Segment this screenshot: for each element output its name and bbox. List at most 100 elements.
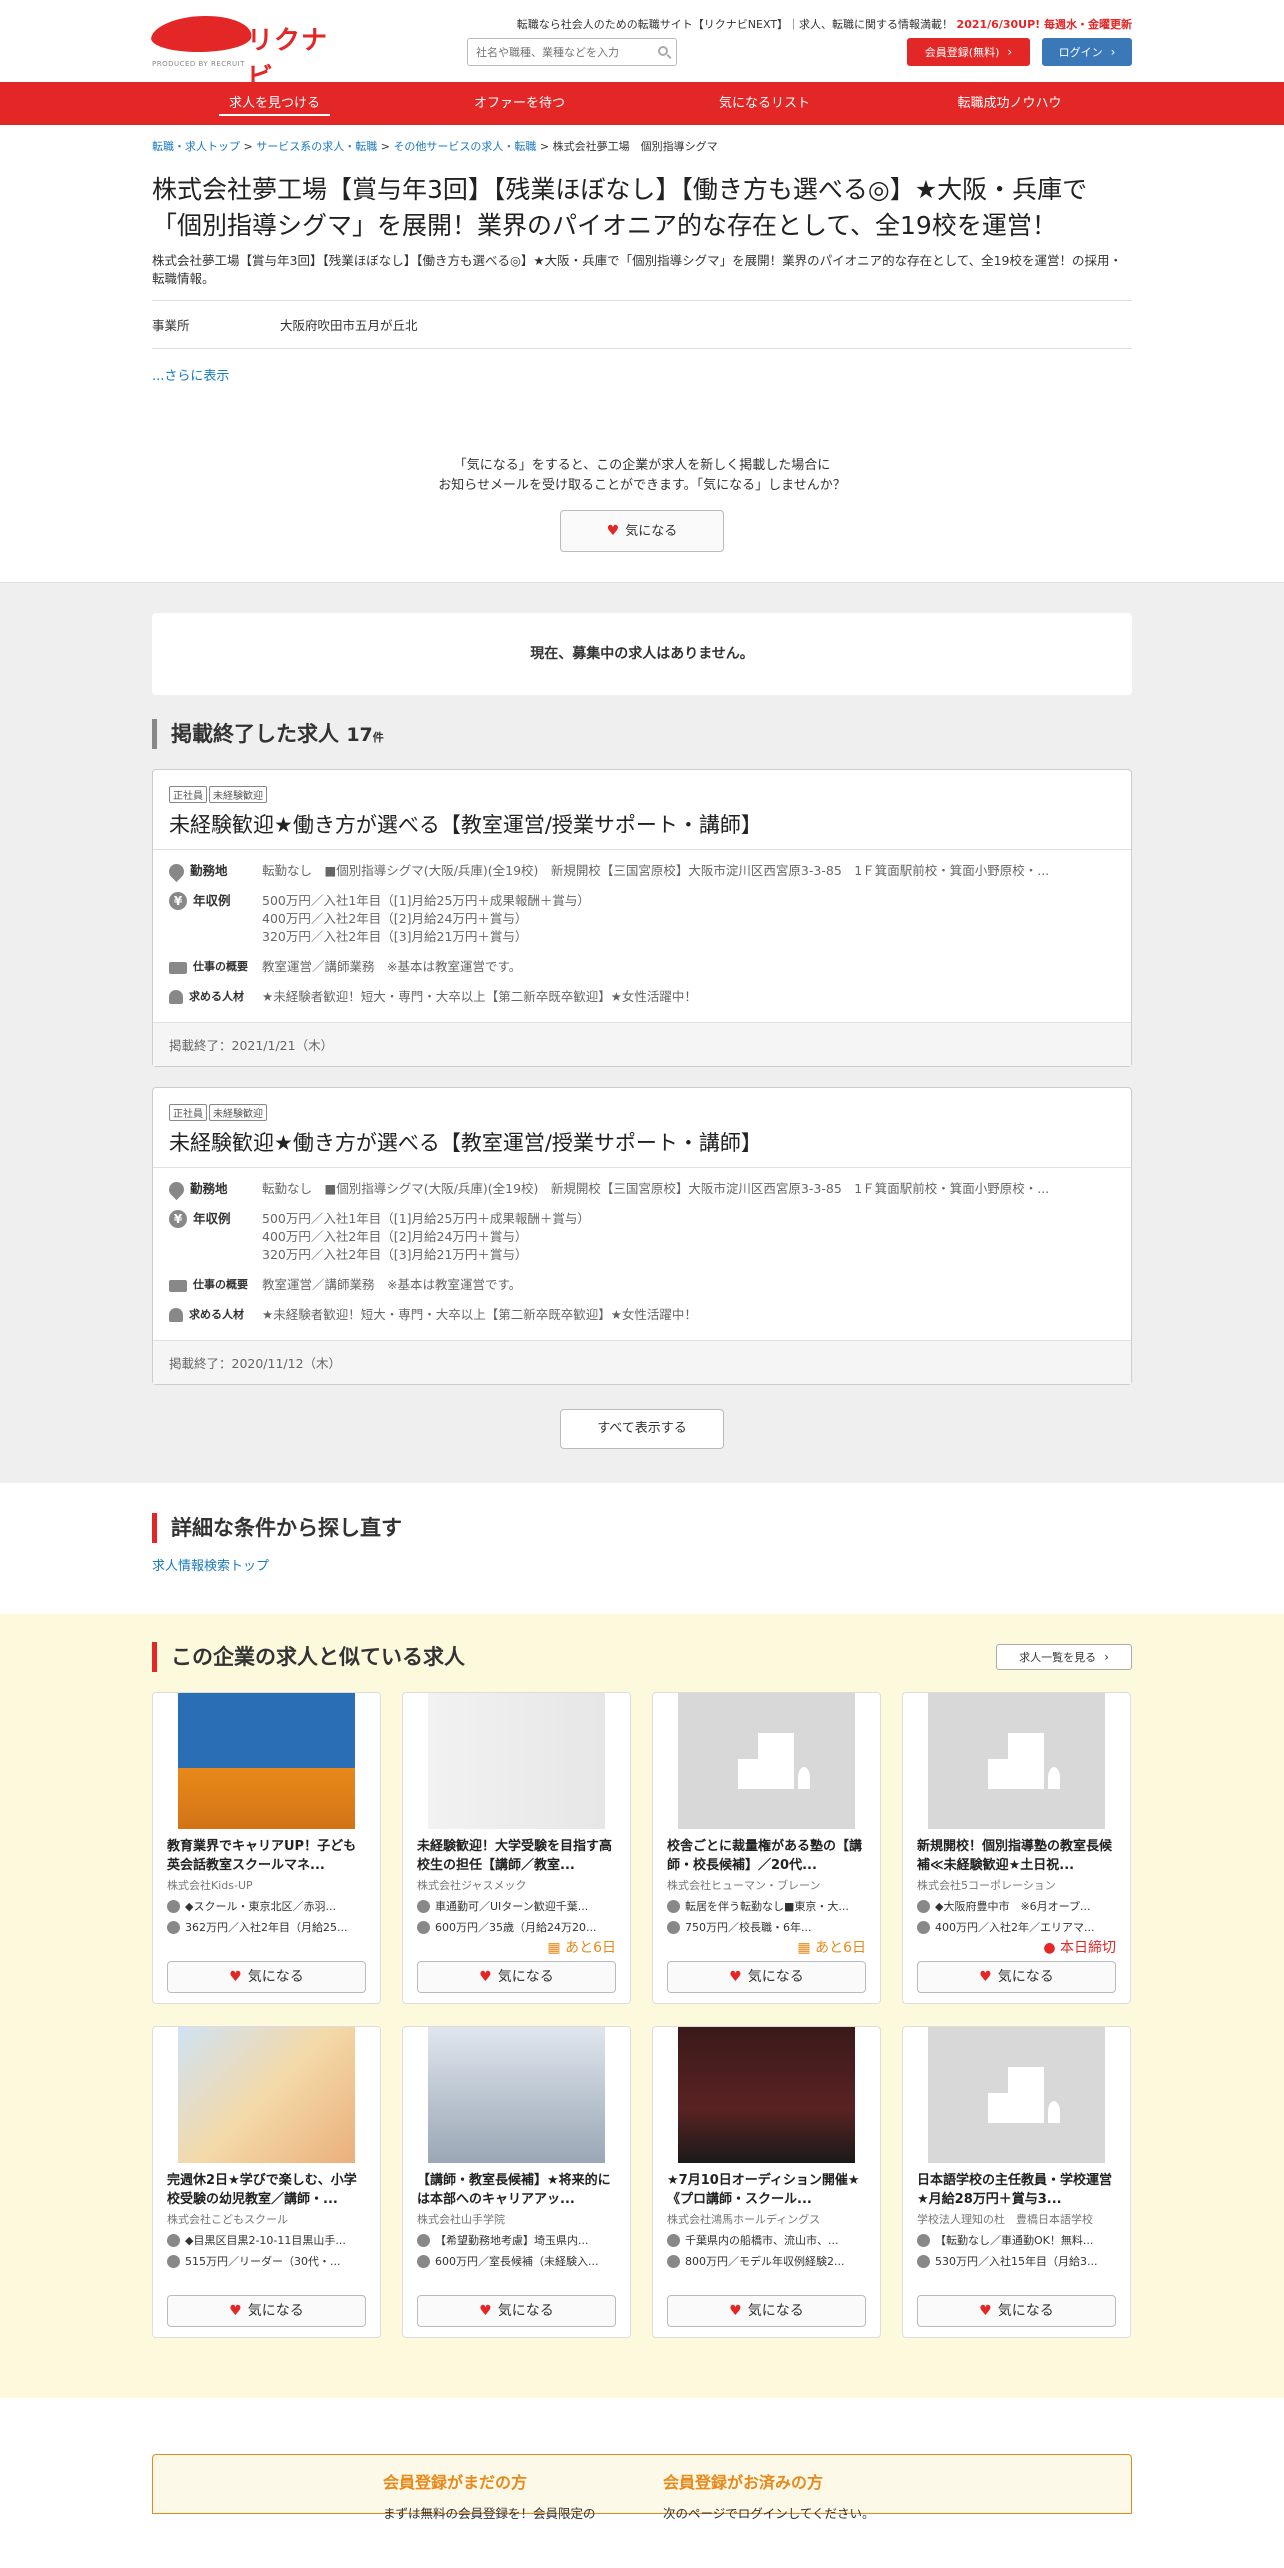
no-jobs-notice: 現在、募集中の求人はありません。: [152, 613, 1132, 695]
similar-favorite-button[interactable]: ♥ 気になる: [917, 1961, 1116, 1993]
similar-job-location: 【転勤なし／車通勤OK！無料...: [917, 2232, 1116, 2248]
similar-job-card[interactable]: ★7月10日オーディション開催★《プロ講師・スクール... 株式会社鴻馬ホールディ…: [652, 2026, 881, 2338]
job-location: 転勤なし ■個別指導シグマ(大阪/兵庫)(全19校) 新規開校【三国宮原校】大阪…: [262, 1181, 1050, 1196]
heart-icon: ♥: [729, 2303, 742, 2319]
label-text: 仕事の概要: [193, 960, 248, 973]
nav-favorites-list[interactable]: 気になるリスト: [642, 82, 887, 125]
job-card[interactable]: 正社員 未経験歓迎 未経験歓迎★働き方が選べる【教室運営/授業サポート・講師】 勤…: [152, 1087, 1132, 1385]
job-work-label: 仕事の概要: [169, 958, 262, 976]
search-icon[interactable]: [658, 46, 668, 56]
similar-card-body: ★7月10日オーディション開催★《プロ講師・スクール... 株式会社鴻馬ホールディ…: [653, 2163, 880, 2337]
deadline-badge-empty: [167, 2271, 366, 2291]
breadcrumb-link-other-service[interactable]: その他サービスの求人・転職: [393, 140, 536, 153]
nav-find-jobs[interactable]: 求人を見つける: [152, 82, 397, 125]
breadcrumb-current: 株式会社夢工場 個別指導シグマ: [552, 140, 718, 153]
no-image-placeholder: [678, 1693, 855, 1829]
building-icon: [738, 1733, 810, 1789]
search-input[interactable]: [468, 39, 648, 65]
deadline-text: 本日締切: [1060, 1940, 1116, 1956]
job-work-row: 仕事の概要 教室運営／講師業務 ※基本は教室運営です。: [169, 1276, 1115, 1294]
detail-search-section: 詳細な条件から探し直す 求人情報検索トップ: [0, 1483, 1284, 1614]
similar-job-card[interactable]: 新規開校！個別指導塾の教室長候補≪未経験歓迎★土日祝... 株式会社5コーポレーシ…: [902, 1692, 1131, 2004]
label-text: 年収例: [193, 1211, 231, 1226]
similar-job-title[interactable]: ★7月10日オーディション開催★《プロ講師・スクール...: [667, 2171, 866, 2209]
job-location-row: 勤務地 転勤なし ■個別指導シグマ(大阪/兵庫)(全19校) 新規開校【三国宮原…: [165, 860, 1115, 883]
heart-icon: ♥: [979, 2303, 992, 2319]
favorite-message-line2: お知らせメールを受け取ることができます。「気になる」しませんか？: [438, 478, 846, 493]
job-list-button[interactable]: 求人一覧を見る ›: [996, 1644, 1132, 1670]
rikunabi-next-logo[interactable]: リクナビNEXT PRODUCED BY RECRUIT: [148, 16, 352, 124]
similar-job-card[interactable]: 未経験歓迎！大学受験を目指す高校生の担任【講師／教室... 株式会社ジャスメック車…: [402, 1692, 631, 2004]
calendar-icon: ▦: [797, 1940, 811, 1956]
similar-job-card[interactable]: 【講師・教室長候補】★将来的には本部へのキャリアアッ... 株式会社山手学院 【希望…: [402, 2026, 631, 2338]
job-card-body: 勤務地 転勤なし ■個別指導シグマ(大阪/兵庫)(全19校) 新規開校【三国宮原…: [153, 850, 1131, 1022]
chevron-right-icon: ›: [1007, 45, 1013, 59]
job-tag: 未経験歓迎: [209, 786, 267, 803]
job-card[interactable]: 正社員 未経験歓迎 未経験歓迎★働き方が選べる【教室運営/授業サポート・講師】 勤…: [152, 769, 1132, 1067]
similar-job-salary: 515万円／リーダー（30代・...: [167, 2253, 366, 2269]
similar-favorite-button[interactable]: ♥ 気になる: [917, 2295, 1116, 2327]
similar-job-company: 株式会社こどもスクール: [167, 2213, 288, 2226]
similar-job-card[interactable]: 校舎ごとに裁量権がある塾の【講師・校長候補】／20代... 株式会社ヒューマン・ブ…: [652, 1692, 881, 2004]
similar-job-title[interactable]: 教育業界でキャリアUP！子ども英会話教室スクールマネ...: [167, 1837, 366, 1875]
similar-favorite-button[interactable]: ♥ 気になる: [667, 1961, 866, 1993]
show-more-link[interactable]: ...さらに表示: [152, 365, 1132, 384]
job-photo: [178, 2027, 355, 2163]
similar-job-card[interactable]: 完週休2日★学びで楽しむ、小学校受験の幼児教室／講師・... 株式会社こどもスクー…: [152, 2026, 381, 2338]
label-text: 仕事の概要: [193, 1278, 248, 1291]
job-person-label: 求める人材: [169, 988, 262, 1006]
job-work: 教室運営／講師業務 ※基本は教室運営です。: [262, 959, 522, 974]
similar-favorite-button[interactable]: ♥ 気になる: [167, 1961, 366, 1993]
breadcrumb-link-top[interactable]: 転職・求人トップ: [152, 140, 240, 153]
search-box: [467, 38, 677, 66]
job-person-row: 求める人材 ★未経験者歓迎！短大・専門・大卒以上【第二新卒既卒歓迎】★女性活躍中…: [169, 988, 1115, 1006]
show-all-button[interactable]: すべて表示する: [560, 1409, 724, 1449]
similar-favorite-button[interactable]: ♥ 気になる: [667, 2295, 866, 2327]
label-text: 求める人材: [189, 1308, 244, 1321]
breadcrumb-link-service[interactable]: サービス系の求人・転職: [256, 140, 377, 153]
heart-icon: ♥: [229, 1969, 242, 1985]
similar-job-title[interactable]: 校舎ごとに裁量権がある塾の【講師・校長候補】／20代...: [667, 1837, 866, 1875]
similar-job-company: 株式会社Kids-UP: [167, 1879, 253, 1892]
similar-card-body: 未経験歓迎！大学受験を目指す高校生の担任【講師／教室... 株式会社ジャスメック車…: [403, 1829, 630, 2003]
login-button[interactable]: ログイン ›: [1042, 38, 1132, 66]
similar-job-title[interactable]: 完週休2日★学びで楽しむ、小学校受験の幼児教室／講師・...: [167, 2171, 366, 2209]
register-button[interactable]: 会員登録(無料) ›: [907, 38, 1030, 66]
job-location-label: 勤務地: [165, 1178, 262, 1201]
similar-favorite-button[interactable]: ♥ 気になる: [417, 1961, 616, 1993]
job-title[interactable]: 未経験歓迎★働き方が選べる【教室運営/授業サポート・講師】: [169, 809, 1115, 839]
similar-job-card[interactable]: 教育業界でキャリアUP！子ども英会話教室スクールマネ... 株式会社Kids-UP…: [152, 1692, 381, 2004]
deadline-badge-empty: [417, 2271, 616, 2291]
job-search-top-link[interactable]: 求人情報検索トップ: [152, 1555, 1132, 1574]
location-pin-icon: [165, 860, 188, 883]
similar-favorite-button[interactable]: ♥ 気になる: [417, 2295, 616, 2327]
company-subtitle: 株式会社夢工場【賞与年3回】【残業ほぼなし】【働き方も選べる◎】★大阪・兵庫で「…: [152, 252, 1132, 301]
yen-icon: [417, 2254, 430, 2268]
similar-job-location: 車通勤可／UIターン歓迎千葉...: [417, 1898, 616, 1914]
nav-label: 気になるリスト: [718, 96, 810, 111]
label-text: 年収例: [193, 893, 231, 908]
similar-job-title[interactable]: 日本語学校の主任教員・学校運営★月給28万円＋賞与3...: [917, 2171, 1116, 2209]
favorite-label: 気になる: [247, 1969, 304, 1985]
briefcase-icon: [169, 962, 187, 974]
job-title[interactable]: 未経験歓迎★働き方が選べる【教室運営/授業サポート・講師】: [169, 1127, 1115, 1157]
company-favorite-button[interactable]: ♥ 気になる: [560, 510, 724, 552]
heart-icon: ♥: [479, 1969, 492, 1985]
salary-text: 800万円／モデル年収例経験2...: [685, 2255, 845, 2268]
job-posted-date: 掲載終了：2020/11/12（木）: [153, 1340, 1131, 1384]
nav-knowhow[interactable]: 転職成功ノウハウ: [887, 82, 1132, 125]
similar-job-card[interactable]: 日本語学校の主任教員・学校運営★月給28万円＋賞与3... 学校法人理知の杜 豊橋…: [902, 2026, 1131, 2338]
salary-line: 400万円／入社2年目（[2]月給24万円＋賞与）: [262, 911, 528, 926]
bottom-section: 会員登録がまだの方 まずは無料の会員登録を！会員限定の 会員登録がお済みの方 次…: [0, 2398, 1284, 2521]
similar-favorite-button[interactable]: ♥ 気になる: [167, 2295, 366, 2327]
nav-wait-offers[interactable]: オファーを待つ: [397, 82, 642, 125]
similar-job-title[interactable]: 新規開校！個別指導塾の教室長候補≪未経験歓迎★土日祝...: [917, 1837, 1116, 1875]
similar-job-salary: 750万円／校長職・6年...: [667, 1919, 866, 1935]
ended-jobs-heading: 掲載終了した求人 17件: [152, 719, 1132, 749]
job-card-header: 正社員 未経験歓迎 未経験歓迎★働き方が選べる【教室運営/授業サポート・講師】: [153, 1088, 1131, 1168]
heart-icon: ♥: [479, 2303, 492, 2319]
similar-job-title[interactable]: 【講師・教室長候補】★将来的には本部へのキャリアアッ...: [417, 2171, 616, 2209]
logo-swoosh: [148, 16, 256, 52]
no-image-placeholder: [928, 1693, 1105, 1829]
similar-job-title[interactable]: 未経験歓迎！大学受験を目指す高校生の担任【講師／教室...: [417, 1837, 616, 1875]
